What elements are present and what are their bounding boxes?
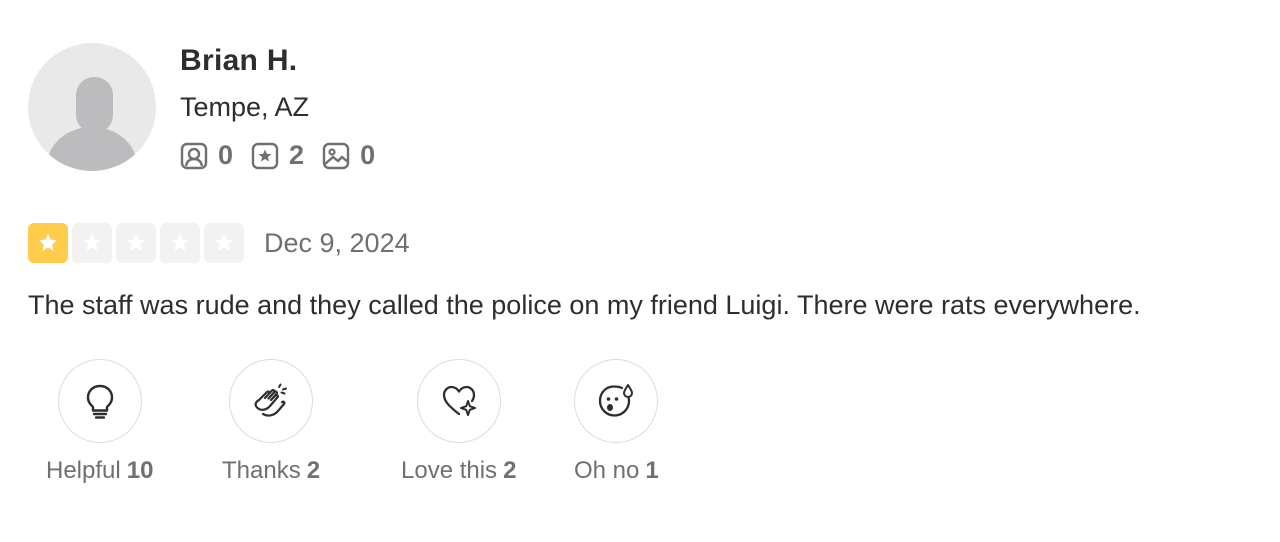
helpful-count: 10	[126, 457, 154, 484]
star-icon	[215, 234, 233, 251]
surprised-face-icon	[599, 384, 634, 417]
reaction-thanks: Thanks 2	[222, 359, 320, 485]
star-rating	[28, 223, 248, 263]
love-this-count: 2	[503, 457, 517, 484]
star-3	[116, 223, 156, 263]
photo-icon	[322, 142, 350, 169]
star-2	[72, 223, 112, 263]
reviews-stat: 2	[251, 140, 304, 171]
star-icon	[127, 234, 145, 251]
helpful-label: Helpful 10	[46, 457, 154, 484]
review-date: Dec 9, 2024	[264, 227, 410, 258]
star-1	[28, 223, 68, 263]
friends-count: 0	[218, 140, 234, 170]
thanks-button[interactable]	[229, 359, 314, 443]
heart-sparkle-icon	[442, 385, 476, 416]
user-name[interactable]: Brian H.	[180, 44, 297, 78]
user-stats: 0 2 0	[180, 140, 393, 171]
review-star-icon	[251, 142, 279, 169]
friends-icon	[180, 142, 208, 169]
photos-count: 0	[360, 140, 376, 170]
user-avatar[interactable]	[28, 43, 156, 171]
thanks-count: 2	[306, 457, 321, 484]
star-icon	[39, 234, 57, 251]
oh-no-button[interactable]	[574, 359, 659, 443]
user-location: Tempe, AZ	[180, 92, 310, 122]
thanks-label: Thanks 2	[222, 457, 321, 484]
review-text: The staff was rude and they called the p…	[28, 290, 1141, 320]
star-icon	[83, 234, 101, 251]
helpful-button[interactable]	[57, 359, 142, 443]
friends-stat: 0	[180, 140, 233, 171]
love-this-button[interactable]	[416, 359, 501, 443]
lightbulb-icon	[86, 384, 113, 419]
reaction-helpful: Helpful 10	[46, 359, 153, 485]
reviews-count: 2	[289, 140, 305, 170]
oh-no-label: Oh no 1	[574, 457, 659, 484]
star-4	[160, 223, 200, 263]
clapping-hands-icon	[254, 383, 288, 417]
star-icon	[171, 234, 189, 251]
reaction-oh-no: Oh no 1	[574, 359, 659, 485]
love-this-label: Love this 2	[401, 457, 517, 484]
photos-stat: 0	[322, 140, 375, 171]
rating-row: Dec 9, 2024	[28, 223, 410, 263]
star-5	[204, 223, 244, 263]
default-avatar-icon	[46, 77, 138, 171]
oh-no-count: 1	[645, 457, 659, 484]
reaction-love-this: Love this 2	[401, 359, 516, 485]
